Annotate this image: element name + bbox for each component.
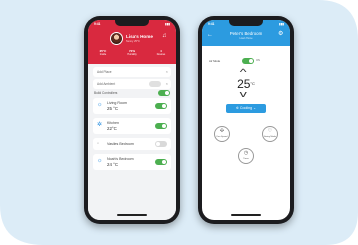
timer-button[interactable]: ◷ Timer <box>238 148 254 164</box>
left-phone: 9:41 ▮▮▮ Lisa's Home Sunny 25°C ♫ 25°C In… <box>84 16 180 224</box>
swing-icon: ♡ <box>267 128 273 134</box>
snowflake-icon: ✲ <box>97 122 103 128</box>
stat-devices: 4 Devices <box>156 49 166 57</box>
home-stats: 25°C Inside 72% Humidity 4 Devices <box>88 50 176 60</box>
room-toggle[interactable] <box>155 141 167 147</box>
room-name: Vasiles Bedroom <box>107 142 134 146</box>
home-header: 9:41 ▮▮▮ Lisa's Home Sunny 25°C ♫ 25°C In… <box>88 20 176 64</box>
timer-icon: ◷ <box>243 150 249 156</box>
chevron-down-icon[interactable]: v <box>240 90 247 99</box>
room-card-noahs-bedroom[interactable]: ☼ Noah's Bedroom 24 °C <box>93 154 171 170</box>
room-toggle[interactable] <box>155 123 167 129</box>
mode-dropdown[interactable]: ✲ Cooling ⌄ <box>226 104 266 113</box>
chevron-up-icon[interactable]: ^ <box>240 68 247 77</box>
room-toggle[interactable] <box>155 159 167 165</box>
off-icon: ◦ <box>97 141 100 147</box>
room-control-screen: 9:41 ▮▮▮ ← Peter's Bedroom Lisa's Home ⚙… <box>202 20 290 220</box>
close-icon[interactable]: × <box>166 79 168 89</box>
power-state: ON <box>256 59 260 62</box>
master-toggle[interactable] <box>158 90 170 96</box>
phone-notch <box>229 20 263 26</box>
sun-icon: ☼ <box>97 158 103 164</box>
fan-icon: ✣ <box>219 128 225 134</box>
list-heading: Build Controllers <box>94 91 118 95</box>
room-title: Peter's Bedroom <box>229 31 263 36</box>
home-title: Lisa's Home <box>126 34 153 39</box>
room-temp: 25 °C <box>107 106 119 111</box>
ghost-toggle <box>149 81 161 87</box>
home-body: Add Place × Add Ambient × Build Controller… <box>88 64 176 220</box>
home-subtitle: Sunny 25°C <box>126 40 140 43</box>
room-temp: 24 °C <box>107 162 119 167</box>
battery-icon: ▮▮▮ <box>165 22 170 26</box>
status-time: 9:41 <box>208 22 215 26</box>
home-screen: 9:41 ▮▮▮ Lisa's Home Sunny 25°C ♫ 25°C In… <box>88 20 176 220</box>
swing-mode-button[interactable]: ♡ Swing Mode <box>262 126 278 142</box>
room-temp: 22°C <box>107 126 117 131</box>
avatar[interactable] <box>110 32 123 45</box>
room-name: Living Room <box>107 101 127 105</box>
sun-icon: ☼ <box>97 102 103 108</box>
add-ambient-button[interactable]: Add Ambient × <box>93 79 171 89</box>
room-card-living-room[interactable]: ☼ Living Room 25 °C <box>93 98 171 114</box>
add-place-button[interactable]: Add Place × <box>93 67 171 77</box>
fan-speed-button[interactable]: ✣ Fan Speed <box>214 126 230 142</box>
power-label: Air Mode <box>209 59 221 63</box>
close-icon[interactable]: × <box>166 67 168 77</box>
home-indicator[interactable] <box>231 214 261 216</box>
room-name: Kitchen <box>107 121 119 125</box>
right-phone: 9:41 ▮▮▮ ← Peter's Bedroom Lisa's Home ⚙… <box>198 16 294 224</box>
room-card-kitchen[interactable]: ✲ Kitchen 22°C <box>93 118 171 134</box>
home-indicator[interactable] <box>117 214 147 216</box>
room-toggle[interactable] <box>155 103 167 109</box>
room-subtitle: Lisa's Home <box>239 37 253 40</box>
room-card-vasiles-bedroom[interactable]: ◦ Vasiles Bedroom <box>93 138 171 150</box>
phone-notch <box>115 20 149 26</box>
status-time: 9:41 <box>94 22 101 26</box>
stat-inside: 25°C Inside <box>99 49 107 57</box>
bell-icon[interactable]: ♫ <box>162 33 168 39</box>
stat-humidity: 72% Humidity <box>127 49 137 57</box>
battery-icon: ▮▮▮ <box>279 22 284 26</box>
power-toggle[interactable] <box>242 58 254 64</box>
room-name: Noah's Bedroom <box>107 157 134 161</box>
gear-icon[interactable]: ⚙ <box>278 31 283 37</box>
